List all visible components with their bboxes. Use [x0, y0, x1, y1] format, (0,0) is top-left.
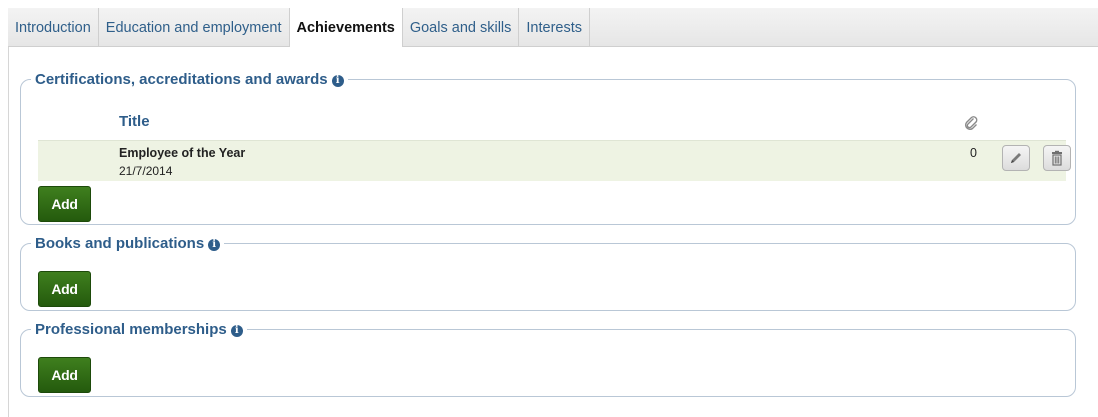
books-title: Books and publications [35, 235, 205, 252]
add-book-button[interactable]: Add [38, 271, 91, 307]
memberships-legend: Professional memberships i [31, 321, 247, 338]
table-row: Employee of the Year 21/7/2014 0 [38, 141, 1071, 181]
certifications-legend: Certifications, accreditations and award… [31, 71, 348, 88]
certifications-section: Certifications, accreditations and award… [20, 71, 1076, 225]
delete-button[interactable] [1043, 145, 1071, 171]
books-legend: Books and publications i [31, 235, 224, 252]
add-certification-button[interactable]: Add [38, 186, 91, 222]
memberships-title: Professional memberships [35, 321, 227, 338]
pencil-icon [1011, 153, 1021, 163]
tab-education-and-employment[interactable]: Education and employment [99, 8, 290, 46]
info-icon[interactable]: i [331, 75, 344, 87]
memberships-section: Professional memberships i Add [20, 321, 1076, 397]
column-header-title: Title [119, 113, 150, 130]
certifications-title: Certifications, accreditations and award… [35, 71, 328, 88]
info-icon[interactable]: i [208, 239, 221, 251]
tab-bar: Introduction Education and employment Ac… [8, 8, 1098, 47]
trash-icon [1052, 150, 1062, 166]
tab-introduction[interactable]: Introduction [8, 8, 99, 46]
row-date: 21/7/2014 [119, 164, 173, 178]
books-section: Books and publications i Add [20, 235, 1076, 311]
row-title: Employee of the Year [119, 146, 246, 160]
add-membership-button[interactable]: Add [38, 357, 91, 393]
tab-interests[interactable]: Interests [519, 8, 590, 46]
info-icon[interactable]: i [230, 325, 243, 337]
tab-achievements[interactable]: Achievements [289, 8, 403, 47]
row-attachment-count: 0 [970, 146, 977, 160]
tab-goals-and-skills[interactable]: Goals and skills [403, 8, 520, 46]
edit-button[interactable] [1002, 145, 1030, 171]
paperclip-icon [965, 116, 978, 130]
